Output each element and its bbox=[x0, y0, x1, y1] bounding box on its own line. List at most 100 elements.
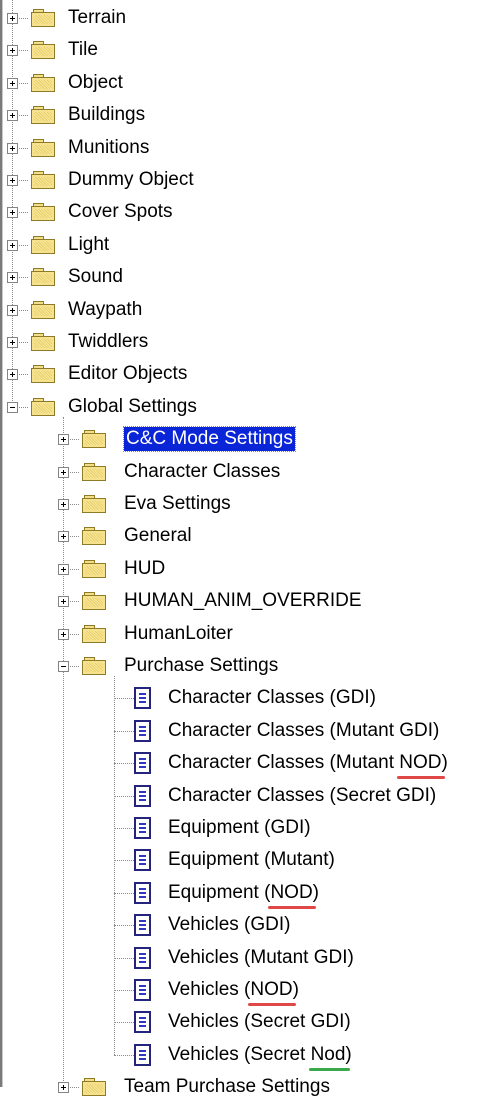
folder-icon bbox=[82, 527, 106, 545]
folder-icon bbox=[31, 106, 55, 124]
expand-toggle-plus[interactable] bbox=[7, 45, 18, 56]
tree-item-vehicles-gdi[interactable]: Vehicles (GDI) bbox=[168, 913, 290, 937]
expand-toggle-plus[interactable] bbox=[58, 531, 69, 542]
folder-icon-body bbox=[82, 433, 106, 448]
document-icon-line bbox=[139, 831, 146, 833]
tree-guide-line bbox=[114, 763, 136, 764]
document-icon-line bbox=[139, 701, 146, 703]
document-icon-line bbox=[139, 791, 146, 793]
tree-item-purchase-settings[interactable]: Purchase Settings bbox=[124, 654, 278, 678]
tree-item-vehicles-nod[interactable]: Vehicles (NOD) bbox=[168, 978, 299, 1002]
preset-document-icon bbox=[134, 785, 151, 807]
tree-item-human-anim-override[interactable]: HUMAN_ANIM_OVERRIDE bbox=[124, 589, 362, 613]
tree-item-sound[interactable]: Sound bbox=[68, 265, 123, 289]
folder-icon-body bbox=[31, 206, 55, 221]
document-icon-line bbox=[139, 888, 146, 890]
document-icon-line bbox=[139, 697, 146, 699]
document-icon-line bbox=[139, 989, 146, 991]
expand-toggle-plus[interactable] bbox=[58, 499, 69, 510]
document-icon-line bbox=[139, 799, 146, 801]
tree-item-vehicles-mutant-gdi[interactable]: Vehicles (Mutant GDI) bbox=[168, 946, 354, 970]
folder-icon bbox=[31, 365, 55, 383]
tree-item-terrain[interactable]: Terrain bbox=[68, 6, 126, 30]
expand-toggle-plus[interactable] bbox=[7, 110, 18, 121]
folder-icon bbox=[31, 139, 55, 157]
tree-item-munitions[interactable]: Munitions bbox=[68, 136, 149, 160]
folder-icon bbox=[31, 41, 55, 59]
expand-toggle-plus[interactable] bbox=[58, 596, 69, 607]
folder-icon bbox=[31, 236, 55, 254]
expand-toggle-plus[interactable] bbox=[58, 629, 69, 640]
tree-item-vehicles-secret-nod[interactable]: Vehicles (Secret Nod) bbox=[168, 1043, 352, 1067]
document-icon-line bbox=[139, 1021, 146, 1023]
expand-toggle-plus[interactable] bbox=[7, 240, 18, 251]
expand-toggle-plus[interactable] bbox=[7, 369, 18, 380]
collapse-toggle-minus[interactable] bbox=[7, 402, 18, 413]
preset-document-icon bbox=[134, 1044, 151, 1066]
tree-guide-line bbox=[114, 893, 136, 894]
preset-tree-view[interactable]: Terrain Tile Object Buildings Munitions Dummy… bbox=[0, 0, 478, 1097]
folder-icon bbox=[31, 301, 55, 319]
folder-icon-body bbox=[31, 239, 55, 254]
tree-item-equipment-gdi[interactable]: Equipment (GDI) bbox=[168, 816, 311, 840]
tree-item-character-classes-secret-gdi[interactable]: Character Classes (Secret GDI) bbox=[168, 784, 436, 808]
tree-item-cover-spots[interactable]: Cover Spots bbox=[68, 200, 173, 224]
tree-item-team-purchase-settings[interactable]: Team Purchase Settings bbox=[124, 1075, 330, 1099]
tree-item-twiddlers[interactable]: Twiddlers bbox=[68, 330, 148, 354]
document-icon-line bbox=[139, 859, 146, 861]
folder-icon-body bbox=[82, 660, 106, 675]
expand-toggle-plus[interactable] bbox=[7, 207, 18, 218]
tree-guide-line bbox=[114, 1055, 136, 1056]
tree-item-humanloiter[interactable]: HumanLoiter bbox=[124, 622, 233, 646]
tree-item-tile[interactable]: Tile bbox=[68, 38, 98, 62]
document-icon-line bbox=[139, 730, 146, 732]
expand-toggle-plus[interactable] bbox=[58, 434, 69, 445]
expand-toggle-plus[interactable] bbox=[7, 78, 18, 89]
expand-toggle-plus[interactable] bbox=[58, 564, 69, 575]
tree-item-waypath[interactable]: Waypath bbox=[68, 298, 142, 322]
expand-toggle-plus[interactable] bbox=[7, 337, 18, 348]
mark-underline bbox=[268, 906, 316, 909]
tree-guide-line bbox=[114, 796, 136, 797]
expand-toggle-plus[interactable] bbox=[7, 272, 18, 283]
document-icon-line bbox=[139, 726, 146, 728]
expand-toggle-plus[interactable] bbox=[7, 143, 18, 154]
tree-item-character-classes[interactable]: Character Classes bbox=[124, 460, 280, 484]
expand-toggle-plus[interactable] bbox=[7, 13, 18, 24]
expand-toggle-plus[interactable] bbox=[7, 305, 18, 316]
preset-document-icon bbox=[134, 979, 151, 1001]
tree-item-character-classes-mutant-nod[interactable]: Character Classes (Mutant NOD) bbox=[168, 751, 448, 775]
folder-icon-body bbox=[82, 466, 106, 481]
tree-item-buildings[interactable]: Buildings bbox=[68, 103, 145, 127]
folder-icon bbox=[31, 9, 55, 27]
tree-item-editor-objects[interactable]: Editor Objects bbox=[68, 362, 187, 386]
expand-toggle-plus[interactable] bbox=[58, 1082, 69, 1093]
tree-item-equipment-mutant[interactable]: Equipment (Mutant) bbox=[168, 848, 335, 872]
tree-item-vehicles-secret-gdi[interactable]: Vehicles (Secret GDI) bbox=[168, 1010, 351, 1034]
tree-item-dummy-object[interactable]: Dummy Object bbox=[68, 168, 194, 192]
tree-item-eva-settings[interactable]: Eva Settings bbox=[124, 492, 231, 516]
expand-toggle-plus[interactable] bbox=[7, 175, 18, 186]
document-icon-line bbox=[139, 1025, 146, 1027]
tree-item-general[interactable]: General bbox=[124, 524, 192, 548]
tree-item-object[interactable]: Object bbox=[68, 71, 123, 95]
tree-item-light[interactable]: Light bbox=[68, 233, 109, 257]
collapse-toggle-minus[interactable] bbox=[58, 661, 69, 672]
folder-icon bbox=[31, 74, 55, 92]
tree-item-character-classes-gdi[interactable]: Character Classes (GDI) bbox=[168, 686, 376, 710]
mark-underline bbox=[397, 776, 445, 779]
tree-item-hud[interactable]: HUD bbox=[124, 557, 165, 581]
folder-icon-body bbox=[31, 174, 55, 189]
expand-toggle-plus[interactable] bbox=[58, 467, 69, 478]
folder-icon-body bbox=[31, 271, 55, 286]
tree-item-character-classes-mutant-gdi[interactable]: Character Classes (Mutant GDI) bbox=[168, 719, 439, 743]
document-icon-line bbox=[139, 1054, 146, 1056]
document-icon-line bbox=[139, 1017, 146, 1019]
tree-item-c-c-mode-settings[interactable]: C&C Mode Settings bbox=[123, 426, 296, 452]
document-icon-line bbox=[139, 795, 146, 797]
tree-item-global-settings[interactable]: Global Settings bbox=[68, 395, 197, 419]
tree-item-equipment-nod[interactable]: Equipment (NOD) bbox=[168, 881, 319, 905]
folder-icon-body bbox=[31, 304, 55, 319]
document-icon-line bbox=[139, 924, 146, 926]
document-icon-line bbox=[139, 693, 146, 695]
